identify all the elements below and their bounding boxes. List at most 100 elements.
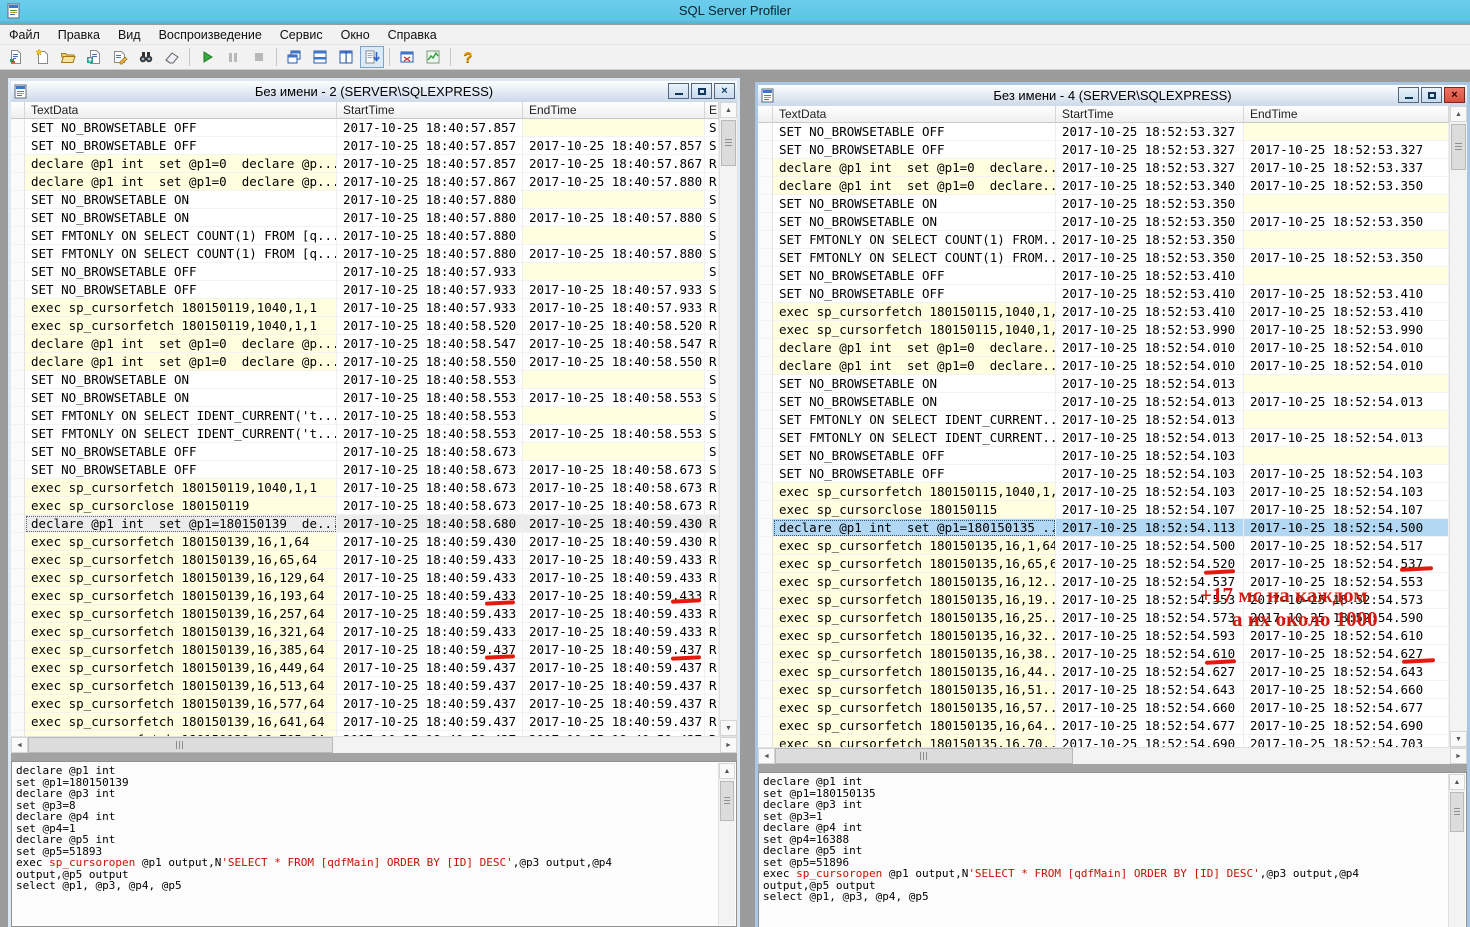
trace-row[interactable]: SET NO_BROWSETABLE OFF2017-10-25 18:40:5… xyxy=(11,263,719,281)
trace-row[interactable]: exec sp_cursorfetch 180150139,16,577,642… xyxy=(11,695,719,713)
trace-row[interactable]: SET NO_BROWSETABLE OFF2017-10-25 18:40:5… xyxy=(11,281,719,299)
help-icon[interactable]: ? xyxy=(456,46,480,68)
trace-row[interactable]: SET NO_BROWSETABLE ON2017-10-25 18:40:57… xyxy=(11,191,719,209)
cascade-windows-icon[interactable] xyxy=(282,46,306,68)
trace-row[interactable]: declare @p1 int set @p1=0 declare...2017… xyxy=(758,177,1449,195)
trace-row[interactable]: SET FMTONLY ON SELECT COUNT(1) FROM [q..… xyxy=(11,227,719,245)
trace-row[interactable]: exec sp_cursorfetch 180150139,16,65,6420… xyxy=(11,551,719,569)
open-trace-icon[interactable] xyxy=(56,46,80,68)
pause-replay-icon[interactable] xyxy=(221,46,245,68)
trace-row[interactable]: SET NO_BROWSETABLE ON2017-10-25 18:52:54… xyxy=(758,375,1449,393)
trace-row[interactable]: exec sp_cursorfetch 180150139,16,513,642… xyxy=(11,677,719,695)
trace-row[interactable]: SET NO_BROWSETABLE OFF2017-10-25 18:52:5… xyxy=(758,141,1449,159)
trace-row[interactable]: SET FMTONLY ON SELECT IDENT_CURRENT...20… xyxy=(758,429,1449,447)
minimize-button[interactable] xyxy=(668,83,689,99)
trace-row[interactable]: SET NO_BROWSETABLE ON2017-10-25 18:40:58… xyxy=(11,371,719,389)
performance-monitor-icon[interactable] xyxy=(421,46,445,68)
scrollbar-thumb[interactable] xyxy=(720,781,734,821)
scrollbar-thumb[interactable] xyxy=(28,737,333,753)
trace-row[interactable]: exec sp_cursorfetch 180150135,16,64...20… xyxy=(758,717,1449,735)
trace-row[interactable]: exec sp_cursorfetch 180150135,16,44...20… xyxy=(758,663,1449,681)
trace-row[interactable]: declare @p1 int set @p1=0 declare...2017… xyxy=(758,339,1449,357)
trace-row[interactable]: exec sp_cursorclose 1801501152017-10-25 … xyxy=(758,501,1449,519)
maximize-button[interactable] xyxy=(691,83,712,99)
trace-row[interactable]: exec sp_cursorfetch 180150115,1040,1,120… xyxy=(758,321,1449,339)
trace-row[interactable]: exec sp_cursorfetch 180150139,16,129,642… xyxy=(11,569,719,587)
trace-row[interactable]: SET FMTONLY ON SELECT IDENT_CURRENT('t..… xyxy=(11,425,719,443)
trace-row[interactable]: SET NO_BROWSETABLE OFF2017-10-25 18:52:5… xyxy=(758,447,1449,465)
find-icon[interactable] xyxy=(134,46,158,68)
trace-row[interactable]: SET FMTONLY ON SELECT COUNT(1) FROM...20… xyxy=(758,249,1449,267)
trace-row[interactable]: SET FMTONLY ON SELECT COUNT(1) FROM [q..… xyxy=(11,245,719,263)
horizontal-scrollbar[interactable]: ◄ ► xyxy=(11,736,737,753)
trace-row[interactable]: exec sp_cursorfetch 180150135,16,38...20… xyxy=(758,645,1449,663)
trace-properties-icon[interactable] xyxy=(108,46,132,68)
trace-row[interactable]: exec sp_cursorfetch 180150139,16,193,642… xyxy=(11,587,719,605)
trace-row[interactable]: exec sp_cursorfetch 180150139,16,321,642… xyxy=(11,623,719,641)
trace-row[interactable]: exec sp_cursorfetch 180150115,1040,1,120… xyxy=(758,483,1449,501)
trace-row[interactable]: SET NO_BROWSETABLE ON2017-10-25 18:40:57… xyxy=(11,209,719,227)
trace-row[interactable]: exec sp_cursorfetch 180150115,1040,1,120… xyxy=(758,303,1449,321)
trace-row[interactable]: exec sp_cursorfetch 180150139,16,449,642… xyxy=(11,659,719,677)
trace-row[interactable]: declare @p1 int set @p1=180150139 de...2… xyxy=(11,515,719,533)
minimize-button[interactable] xyxy=(1398,87,1419,103)
trace-row[interactable]: SET FMTONLY ON SELECT COUNT(1) FROM...20… xyxy=(758,231,1449,249)
trace-row[interactable]: SET NO_BROWSETABLE ON2017-10-25 18:52:53… xyxy=(758,213,1449,231)
close-button[interactable]: × xyxy=(1444,87,1465,103)
menu-item-tools[interactable]: Сервис xyxy=(271,26,332,44)
trace-row[interactable]: SET NO_BROWSETABLE OFF2017-10-25 18:40:5… xyxy=(11,137,719,155)
tile-vertical-icon[interactable] xyxy=(334,46,358,68)
trace-row[interactable]: declare @p1 int set @p1=0 declare @p...2… xyxy=(11,353,719,371)
detail-scrollbar[interactable]: ▲ xyxy=(718,763,735,925)
pane-splitter[interactable] xyxy=(758,764,1467,772)
trace-row[interactable]: exec sp_cursorfetch 180150119,1040,1,120… xyxy=(11,479,719,497)
trace-row[interactable]: SET NO_BROWSETABLE OFF2017-10-25 18:52:5… xyxy=(758,465,1449,483)
trace-row[interactable]: declare @p1 int set @p1=0 declare @p...2… xyxy=(11,173,719,191)
scrollbar-thumb[interactable] xyxy=(775,748,1073,764)
menu-item-window[interactable]: Окно xyxy=(332,26,379,44)
stop-replay-icon[interactable] xyxy=(247,46,271,68)
scrollbar-thumb[interactable] xyxy=(1450,792,1464,832)
detail-scrollbar[interactable]: ▲ xyxy=(1448,774,1465,927)
trace-row[interactable]: exec sp_cursorfetch 180150135,16,57...20… xyxy=(758,699,1449,717)
scrollbar-thumb[interactable] xyxy=(1451,124,1466,170)
scrollbar-thumb[interactable] xyxy=(721,120,736,166)
trace-row[interactable]: SET FMTONLY ON SELECT IDENT_CURRENT('t..… xyxy=(11,407,719,425)
horizontal-scrollbar[interactable]: ◄ ► xyxy=(758,747,1467,764)
trace-row[interactable]: declare @p1 int set @p1=0 declare...2017… xyxy=(758,357,1449,375)
trace-row[interactable]: SET NO_BROWSETABLE OFF2017-10-25 18:40:5… xyxy=(11,443,719,461)
trace-row[interactable]: exec sp_cursorfetch 180150119,1040,1,120… xyxy=(11,317,719,335)
trace-row[interactable]: SET NO_BROWSETABLE OFF2017-10-25 18:40:5… xyxy=(11,461,719,479)
menu-item-view[interactable]: Вид xyxy=(109,26,150,44)
trace-row[interactable]: exec sp_cursorfetch 180150135,16,51...20… xyxy=(758,681,1449,699)
trace-row[interactable]: SET NO_BROWSETABLE OFF2017-10-25 18:52:5… xyxy=(758,123,1449,141)
trace-row[interactable]: exec sp_cursorfetch 180150135,16,70...20… xyxy=(758,735,1449,747)
trace-row[interactable]: SET NO_BROWSETABLE ON2017-10-25 18:52:54… xyxy=(758,393,1449,411)
trace-row[interactable]: SET NO_BROWSETABLE OFF2017-10-25 18:52:5… xyxy=(758,267,1449,285)
new-template-icon[interactable] xyxy=(30,46,54,68)
trace-row[interactable]: exec sp_cursorfetch 180150119,1040,1,120… xyxy=(11,299,719,317)
trace-row[interactable]: exec sp_cursorfetch 180150135,16,1,64201… xyxy=(758,537,1449,555)
auto-scroll-icon[interactable] xyxy=(360,46,384,68)
trace-row[interactable]: exec sp_cursorfetch 180150139,16,257,642… xyxy=(11,605,719,623)
pane-splitter[interactable] xyxy=(11,753,737,761)
close-button[interactable]: × xyxy=(714,83,735,99)
start-replay-icon[interactable] xyxy=(195,46,219,68)
trace-row[interactable]: SET FMTONLY ON SELECT IDENT_CURRENT...20… xyxy=(758,411,1449,429)
new-trace-icon[interactable] xyxy=(4,46,28,68)
trace-row[interactable]: exec sp_cursorfetch 180150135,16,65,6420… xyxy=(758,555,1449,573)
trace-row[interactable]: SET NO_BROWSETABLE ON2017-10-25 18:40:58… xyxy=(11,389,719,407)
trace-row[interactable]: exec sp_cursorclose 1801501192017-10-25 … xyxy=(11,497,719,515)
trace-row[interactable]: exec sp_cursorfetch 180150139,16,385,642… xyxy=(11,641,719,659)
trace-row[interactable]: exec sp_cursorfetch 180150139,16,1,64201… xyxy=(11,533,719,551)
trace-row[interactable]: SET NO_BROWSETABLE OFF2017-10-25 18:40:5… xyxy=(11,119,719,137)
menu-item-file[interactable]: Файл xyxy=(0,26,49,44)
toggle-results-icon[interactable] xyxy=(395,46,419,68)
trace-row[interactable]: declare @p1 int set @p1=0 declare @p...2… xyxy=(11,335,719,353)
menu-item-help[interactable]: Справка xyxy=(379,26,446,44)
trace-row[interactable]: SET NO_BROWSETABLE ON2017-10-25 18:52:53… xyxy=(758,195,1449,213)
clear-trace-icon[interactable] xyxy=(160,46,184,68)
trace-row[interactable]: declare @p1 int set @p1=0 declare...2017… xyxy=(758,159,1449,177)
maximize-button[interactable] xyxy=(1421,87,1442,103)
save-trace-icon[interactable] xyxy=(82,46,106,68)
